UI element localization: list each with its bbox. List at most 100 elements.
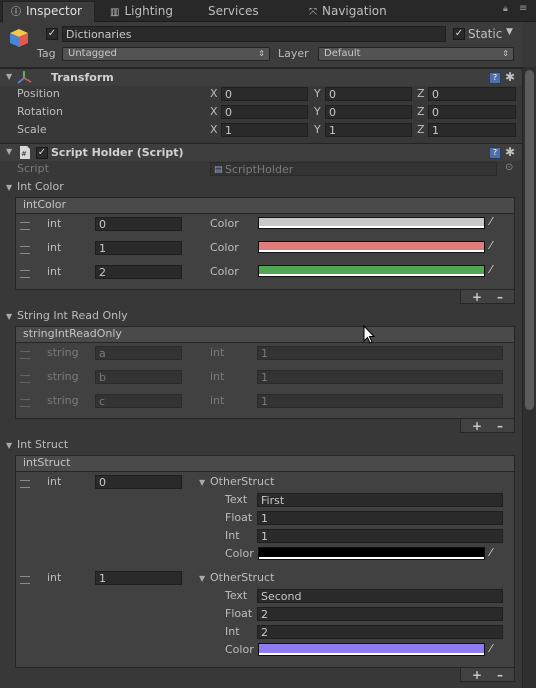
tab-lighting[interactable]: ▥ Lighting — [110, 2, 190, 21]
transform-title: Transform — [51, 71, 114, 84]
help-icon[interactable]: ? — [489, 147, 501, 159]
tab-label: Navigation — [322, 4, 387, 18]
dropdown-arrow-icon: ⇕ — [502, 49, 509, 58]
eyedropper-icon[interactable]: ⁄ — [490, 546, 492, 559]
value-type-label: Color — [210, 241, 239, 254]
value-input: 1 — [257, 346, 503, 360]
key-input: b — [95, 370, 182, 384]
object-name-input[interactable]: Dictionaries — [62, 26, 446, 42]
script-label: Script — [17, 162, 49, 175]
add-item-button[interactable]: + — [472, 420, 482, 432]
active-checkbox[interactable]: ✓ — [46, 28, 58, 40]
gear-icon[interactable]: ✱ — [505, 70, 515, 84]
rotation-z-input[interactable]: 0 — [428, 105, 516, 119]
gameobject-icon — [9, 28, 29, 48]
position-x-input[interactable]: 0 — [221, 87, 308, 101]
layer-dropdown[interactable]: Default ⇕ — [318, 47, 514, 61]
rotation-x-input[interactable]: 0 — [221, 105, 308, 119]
drag-handle-icon[interactable] — [20, 270, 30, 278]
key-type-label: int — [47, 217, 62, 230]
script-object-field[interactable]: ▤ ScriptHolder — [210, 162, 497, 176]
tab-navigation[interactable]: ⤧ Navigation — [309, 2, 409, 21]
key-type-label: int — [47, 241, 62, 254]
key-input[interactable]: 1 — [95, 571, 182, 585]
add-item-button[interactable]: + — [472, 291, 482, 303]
foldout-open-icon[interactable]: ▼ — [6, 147, 12, 156]
drag-handle-icon[interactable] — [20, 480, 30, 488]
foldout-open-icon[interactable]: ▼ — [6, 72, 12, 81]
color-field[interactable] — [258, 217, 485, 229]
list-header: intStruct — [15, 455, 515, 471]
mouse-cursor-icon — [363, 325, 375, 345]
add-item-button[interactable]: + — [472, 669, 482, 681]
script-file-icon: # — [19, 146, 30, 159]
struct-label: OtherStruct — [210, 571, 275, 584]
color-field[interactable] — [258, 643, 485, 656]
eyedropper-icon[interactable]: ⁄ — [490, 263, 492, 276]
foldout-open-icon[interactable]: ▼ — [199, 574, 205, 583]
eyedropper-icon[interactable]: ⁄ — [490, 215, 492, 228]
script-enabled-checkbox[interactable]: ✓ — [36, 147, 48, 159]
axis-y-label: Y — [314, 105, 321, 118]
static-label: Static — [468, 27, 503, 41]
key-input[interactable]: 0 — [95, 475, 182, 489]
int-field-label: Int — [225, 529, 240, 542]
foldout-open-icon[interactable]: ▼ — [6, 183, 12, 192]
scale-x-input[interactable]: 1 — [221, 123, 308, 137]
key-input[interactable]: 1 — [95, 241, 182, 255]
eyedropper-icon[interactable]: ⁄ — [490, 642, 492, 655]
help-icon[interactable]: ? — [489, 72, 501, 84]
remove-item-button[interactable]: – — [497, 420, 503, 432]
float-input[interactable]: 1 — [257, 511, 503, 525]
scrollbar-thumb[interactable] — [525, 70, 534, 410]
foldout-open-icon[interactable]: ▼ — [199, 478, 205, 487]
static-checkbox[interactable]: ✓ — [453, 28, 465, 40]
remove-item-button[interactable]: – — [497, 669, 503, 681]
object-picker-icon[interactable]: ⊙ — [505, 162, 513, 173]
drag-handle-icon[interactable] — [20, 222, 30, 230]
tab-services[interactable]: Services — [208, 2, 278, 21]
remove-item-button[interactable]: – — [497, 291, 503, 303]
axis-y-label: Y — [314, 123, 321, 136]
key-input: c — [95, 394, 182, 408]
color-field-label: Color — [225, 643, 254, 656]
scale-y-input[interactable]: 1 — [325, 123, 412, 137]
tab-inspector[interactable]: ⓘ Inspector — [2, 1, 95, 22]
color-field-label: Color — [225, 547, 254, 560]
position-y-input[interactable]: 0 — [325, 87, 412, 101]
transform-header[interactable]: ▼ Transform ? ✱ — [0, 68, 522, 86]
text-field-label: Text — [225, 493, 248, 506]
scale-z-input[interactable]: 1 — [428, 123, 516, 137]
lock-icon[interactable]: 🔒︎ — [503, 4, 508, 14]
int-input[interactable]: 1 — [257, 529, 503, 543]
static-dropdown-icon[interactable]: ▼ — [506, 27, 513, 37]
color-field[interactable] — [258, 547, 485, 560]
script-holder-header[interactable]: ▼ # ✓ Script Holder (Script) ? ✱ — [0, 143, 522, 161]
text-input[interactable]: Second — [257, 589, 503, 603]
int-input[interactable]: 2 — [257, 625, 503, 639]
axis-x-label: X — [210, 87, 218, 100]
key-type-label: string — [47, 394, 79, 407]
menu-icon[interactable]: ≡ — [519, 3, 527, 14]
rotation-y-input[interactable]: 0 — [325, 105, 412, 119]
text-input[interactable]: First — [257, 493, 503, 507]
drag-handle-icon[interactable] — [20, 576, 30, 584]
color-field[interactable] — [258, 265, 485, 277]
value-type-label: int — [210, 346, 225, 359]
axis-x-label: X — [210, 123, 218, 136]
gear-icon[interactable]: ✱ — [505, 145, 515, 159]
foldout-open-icon[interactable]: ▼ — [6, 312, 12, 321]
tag-dropdown[interactable]: Untagged ⇕ — [62, 47, 270, 61]
position-z-input[interactable]: 0 — [428, 87, 516, 101]
color-field[interactable] — [258, 241, 485, 253]
foldout-open-icon[interactable]: ▼ — [6, 441, 12, 450]
key-type-label: int — [47, 265, 62, 278]
key-input[interactable]: 2 — [95, 265, 182, 279]
list-header: stringIntReadOnly — [15, 326, 515, 342]
axis-z-label: Z — [417, 123, 425, 136]
float-input[interactable]: 2 — [257, 607, 503, 621]
script-holder-title: Script Holder (Script) — [51, 146, 184, 159]
eyedropper-icon[interactable]: ⁄ — [490, 239, 492, 252]
key-input[interactable]: 0 — [95, 217, 182, 231]
drag-handle-icon[interactable] — [20, 246, 30, 254]
